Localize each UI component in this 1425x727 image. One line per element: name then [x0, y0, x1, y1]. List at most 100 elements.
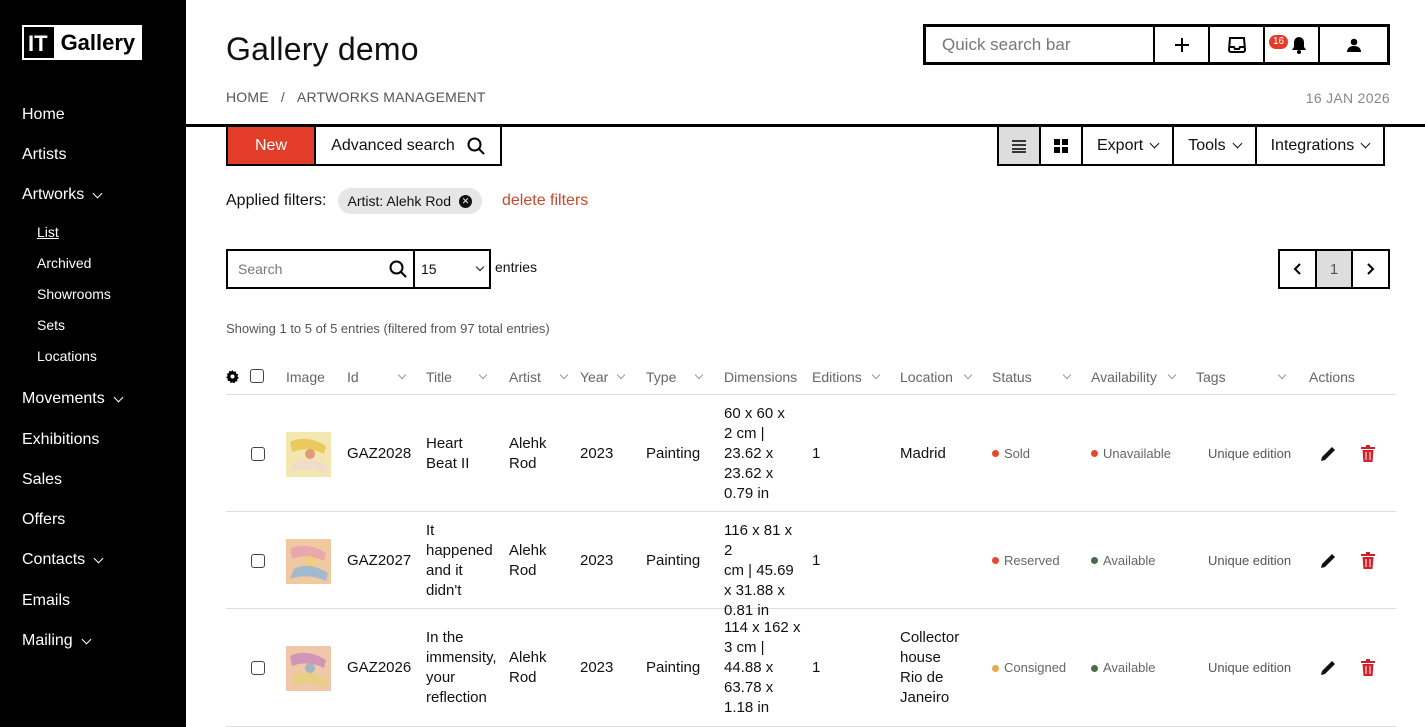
artwork-thumbnail[interactable] — [286, 431, 331, 477]
integrations-dropdown[interactable]: Integrations — [1257, 127, 1384, 164]
artwork-location-line: Madrid — [900, 444, 946, 462]
new-button[interactable]: New — [228, 127, 316, 164]
page-size-select[interactable]: 15 — [415, 251, 489, 287]
column-settings-button[interactable] — [226, 370, 239, 383]
user-menu-button[interactable] — [1320, 27, 1387, 62]
artwork-dimensions-line: 44.88 x — [724, 659, 774, 676]
page-size-value: 15 — [421, 261, 437, 277]
column-header-artist[interactable]: Artist — [509, 369, 569, 385]
artwork-dimensions-line: 2 cm | — [724, 424, 765, 442]
sidebar-item-mailing[interactable]: Mailing — [22, 632, 92, 650]
artwork-title: Heart Beat II — [426, 434, 496, 474]
column-header-editions[interactable]: Editions — [812, 369, 881, 385]
prev-page-button[interactable] — [1280, 251, 1317, 287]
chevron-down-icon — [1149, 138, 1160, 149]
artwork-location: Collector house Rio de Janeiro — [900, 628, 980, 708]
edit-button[interactable] — [1319, 445, 1337, 469]
artwork-thumbnail[interactable] — [286, 538, 331, 584]
delete-button[interactable] — [1361, 659, 1375, 682]
column-header-type[interactable]: Type — [646, 369, 704, 385]
sidebar-item-exhibitions[interactable]: Exhibitions — [22, 431, 99, 449]
grid-view-button[interactable] — [1041, 127, 1083, 164]
sidebar-subitem-sets[interactable]: Sets — [37, 317, 65, 333]
column-header-tags[interactable]: Tags — [1196, 369, 1287, 385]
artwork-editions: 1 — [812, 659, 821, 676]
quick-search-input[interactable]: Quick search bar — [926, 27, 1155, 62]
sidebar-item-offers[interactable]: Offers — [22, 511, 65, 529]
artwork-title-line: immensity, — [426, 649, 497, 666]
sidebar-item-label: Exhibitions — [22, 431, 100, 448]
add-button[interactable] — [1155, 27, 1210, 62]
sidebar-item-movements[interactable]: Movements — [22, 390, 124, 408]
pencil-icon — [1321, 661, 1335, 675]
sidebar-item-artists[interactable]: Artists — [22, 146, 66, 164]
chevron-down-icon — [1360, 138, 1371, 149]
chevron-down-icon — [475, 262, 485, 272]
sidebar-item-emails[interactable]: Emails — [22, 592, 70, 610]
row-checkbox[interactable] — [251, 553, 265, 568]
remove-filter-icon[interactable]: ✕ — [459, 194, 472, 208]
primary-actions: New Advanced search — [226, 127, 502, 166]
user-icon — [1346, 38, 1361, 52]
availability-text: Unavailable — [1103, 445, 1171, 461]
availability-dot — [1091, 557, 1098, 564]
artwork-tags: Unique edition — [1208, 660, 1292, 675]
table-row[interactable]: GAZ2026 In the immensity, your reflection Ale… — [226, 609, 1396, 727]
artwork-artist-line: Rod — [509, 454, 537, 472]
filter-chip-artist[interactable]: Artist: Alehk Rod ✕ — [337, 188, 482, 214]
artwork-dimensions-line: 63.78 x — [724, 679, 774, 696]
sidebar-subitem-showrooms[interactable]: Showrooms — [37, 286, 111, 302]
row-checkbox[interactable] — [251, 446, 265, 461]
column-header-year[interactable]: Year — [580, 369, 626, 385]
column-header-location[interactable]: Location — [900, 369, 973, 385]
artwork-thumbnail[interactable] — [286, 646, 331, 691]
artwork-artist-line: Rod — [509, 561, 537, 579]
artwork-location-line: Janeiro — [900, 689, 950, 706]
sidebar-subitem-archived[interactable]: Archived — [37, 255, 91, 271]
row-checkbox[interactable] — [251, 661, 265, 675]
sidebar-subitem-list[interactable]: List — [37, 224, 59, 240]
column-header-label: Location — [900, 369, 953, 385]
sidebar-subitem-locations[interactable]: Locations — [37, 348, 97, 364]
artwork-location-line: house — [900, 649, 941, 666]
column-header-id[interactable]: Id — [347, 369, 407, 385]
edit-button[interactable] — [1319, 659, 1337, 683]
select-all-checkbox[interactable] — [250, 369, 264, 383]
sidebar-item-artworks[interactable]: Artworks — [22, 186, 103, 204]
sidebar-item-contacts[interactable]: Contacts — [22, 551, 104, 569]
delete-button[interactable] — [1361, 444, 1375, 468]
artwork-title-line: Heart — [426, 434, 463, 452]
tools-dropdown[interactable]: Tools — [1174, 127, 1257, 164]
export-dropdown[interactable]: Export — [1083, 127, 1175, 164]
advanced-search-button[interactable]: Advanced search — [316, 127, 500, 164]
notifications-button[interactable]: 16 — [1265, 27, 1320, 62]
applied-filters: Applied filters: Artist: Alehk Rod ✕ del… — [226, 186, 588, 216]
sidebar-item-sales[interactable]: Sales — [22, 471, 62, 489]
app-logo[interactable]: IT Gallery — [22, 25, 143, 60]
artwork-editions: 1 — [812, 444, 821, 462]
table-search-input[interactable]: Search — [228, 251, 415, 287]
artwork-artist: Alehk Rod — [509, 434, 569, 474]
list-view-button[interactable] — [999, 127, 1041, 164]
column-header-dimensions[interactable]: Dimensions — [724, 369, 797, 385]
table-row[interactable]: GAZ2028 Heart Beat II Alehk Rod 2023 Painting 6… — [226, 395, 1396, 512]
delete-button[interactable] — [1361, 551, 1375, 575]
column-header-status[interactable]: Status — [992, 369, 1072, 385]
table-row[interactable]: GAZ2027 It happened and it didn't Alehk Rod 202… — [226, 512, 1396, 619]
artwork-dimensions-line: 114 x 162 x — [724, 619, 801, 636]
showing-entries-text: Showing 1 to 5 of 5 entries (filtered fr… — [226, 321, 550, 336]
sidebar-item-label: Movements — [22, 390, 105, 407]
inbox-button[interactable] — [1210, 27, 1265, 62]
column-header-title[interactable]: Title — [426, 369, 488, 385]
artwork-artist-line: Alehk — [509, 434, 547, 452]
page-number-button[interactable]: 1 — [1316, 251, 1354, 287]
artwork-year: 2023 — [580, 444, 614, 462]
trash-icon — [1361, 551, 1375, 569]
delete-filters-link[interactable]: delete filters — [502, 192, 588, 210]
sidebar-item-home[interactable]: Home — [22, 106, 65, 124]
advanced-search-label: Advanced search — [331, 136, 455, 154]
next-page-button[interactable] — [1353, 251, 1388, 287]
breadcrumb-home[interactable]: HOME — [226, 89, 269, 105]
column-header-availability[interactable]: Availability — [1091, 369, 1177, 385]
edit-button[interactable] — [1319, 552, 1337, 576]
